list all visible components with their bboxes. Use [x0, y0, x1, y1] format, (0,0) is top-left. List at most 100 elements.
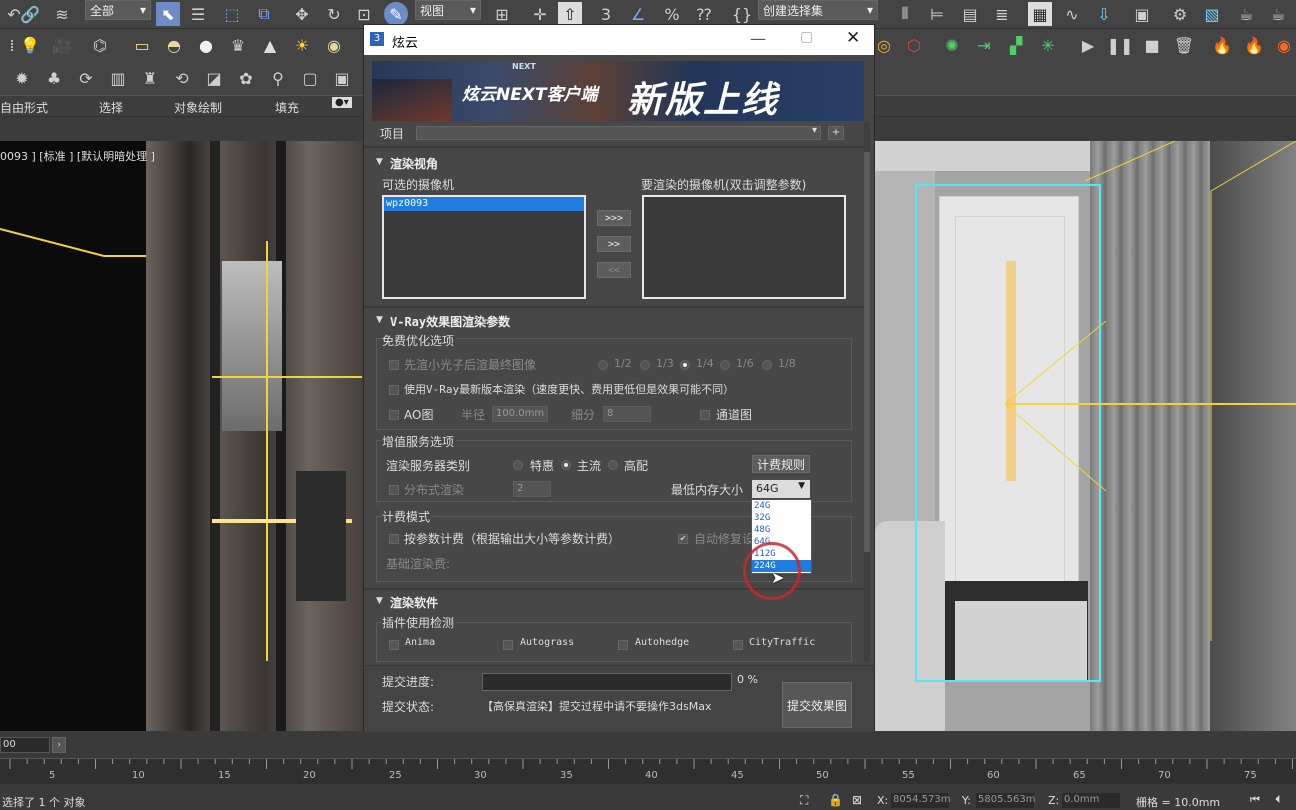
reference-coord-dropdown[interactable]: 视图 ▾ [415, 0, 481, 20]
channel-checkbox[interactable] [700, 410, 710, 420]
fraction-radio-5[interactable] [762, 360, 772, 370]
ribbon-tab-object-paint[interactable]: 对象绘制 [174, 99, 222, 116]
goto-start-icon[interactable]: ⏮ [1250, 793, 1260, 807]
bottle-icon[interactable]: ♜ [138, 66, 162, 90]
play-icon[interactable]: ▶ [1076, 33, 1100, 57]
next-frame-icon[interactable]: › [52, 737, 66, 753]
named-selection-dropdown[interactable]: 创建选择集 ▾ [758, 0, 878, 20]
add-camera-button[interactable]: >> [597, 236, 631, 252]
mirror-icon[interactable]: ⫴ [893, 2, 917, 26]
plugin-checkbox-citytraffic[interactable] [733, 640, 743, 650]
collapse-icon[interactable]: ▼ [376, 315, 383, 325]
render-cameras-list[interactable] [642, 195, 846, 299]
dome-icon[interactable]: ◓ [162, 33, 186, 57]
close-icon[interactable]: ✕ [846, 28, 860, 48]
scale-icon[interactable]: ⊡ [352, 2, 376, 26]
frame-icon[interactable]: ◪ [202, 66, 226, 90]
prev-frame-icon[interactable]: ⏴ [1275, 793, 1281, 807]
latest-vray-checkbox[interactable] [389, 385, 399, 395]
pivot-icon[interactable]: ⊞ [490, 2, 514, 26]
distributed-checkbox[interactable] [389, 485, 399, 495]
toolbar-circle-icon[interactable]: ◎ [872, 33, 896, 57]
software-section-title[interactable]: 渲染软件 [390, 594, 438, 611]
submit-render-button[interactable]: 提交效果图 [782, 682, 852, 728]
server-radio-mainstream[interactable] [561, 460, 571, 470]
plugin-checkbox-autograss[interactable] [503, 640, 513, 650]
pause-icon[interactable]: ❚❚ [1107, 33, 1134, 57]
render-production-icon[interactable]: ☕ [1234, 2, 1258, 26]
move-icon[interactable]: ✥ [290, 2, 314, 26]
percent-snap-icon[interactable]: % [660, 2, 684, 26]
lock-icon[interactable]: 🔒 [828, 793, 843, 807]
by-param-checkbox[interactable] [389, 534, 399, 544]
isolate-icon[interactable]: ⛶ [800, 793, 808, 808]
refresh-icon[interactable]: ⟳ [74, 66, 98, 90]
promo-banner[interactable]: NEXT 炫云NEXT客户端 新版上线 [372, 61, 864, 121]
available-cameras-list[interactable]: wpz0093 [382, 195, 586, 299]
transform-mode-icon[interactable]: ⊠ [852, 793, 862, 807]
fire-icon[interactable]: 🔥 [1210, 33, 1234, 57]
toolbar-star-icon[interactable]: ✳ [1036, 33, 1060, 57]
snap-icon[interactable]: 3 [594, 2, 618, 26]
subdiv-spinner[interactable]: 8 [603, 406, 651, 422]
ribbon-toggle-icon[interactable]: ▦ [1028, 2, 1052, 26]
distributed-spinner[interactable]: 2 [513, 481, 551, 497]
z-coordinate-field[interactable]: 0.0mm [1062, 793, 1120, 808]
min-memory-dropdown[interactable]: 64G ▼ [752, 480, 810, 498]
palette-icon[interactable]: ✿ [234, 66, 258, 90]
dialog-titlebar[interactable]: 3 炫云 — ▢ ✕ [364, 25, 874, 55]
ribbon-options-icon[interactable]: ●▾ [332, 97, 352, 108]
rendered-frame-icon[interactable]: ▧ [1200, 2, 1224, 26]
rect-selection-icon[interactable]: ⬚ [220, 2, 244, 26]
y-coordinate-field[interactable]: 5805.563m [976, 793, 1035, 808]
ies-icon[interactable]: ◉ [322, 33, 346, 57]
cycle-icon[interactable]: ⟲ [170, 66, 194, 90]
manipulate-icon[interactable]: ✛ [528, 2, 552, 26]
plugin-checkbox-autohedge[interactable] [618, 640, 628, 650]
book-icon[interactable]: ▥ [106, 66, 130, 90]
edit-named-sel-icon[interactable]: {} [730, 2, 754, 26]
fraction-radio-3[interactable] [680, 360, 690, 370]
toolbar-arrow-icon[interactable]: ⇥ [972, 33, 996, 57]
fire-ring-icon[interactable]: ◉ [1272, 33, 1296, 57]
lamp-icon[interactable]: ♛ [226, 33, 250, 57]
viewport-label[interactable]: 0093 ] [标准 ] [默认明暗处理 ] [0, 148, 155, 164]
server-radio-discount[interactable] [513, 460, 523, 470]
auto-fix-checkbox[interactable]: ✔ [678, 534, 688, 544]
plane-icon[interactable]: ▭ [130, 33, 154, 57]
maximize-icon[interactable]: ▢ [800, 29, 813, 45]
ribbon-tab-freeform[interactable]: 自由形式 [0, 99, 48, 116]
selection-filter-dropdown[interactable]: 全部 ▾ [85, 0, 151, 20]
prepass-checkbox[interactable] [389, 360, 399, 370]
ribbon-tab-populate[interactable]: 填充 [275, 99, 299, 116]
light-lister-icon[interactable]: 💡 [18, 33, 42, 57]
select-object-icon[interactable]: ⬉ [156, 2, 180, 26]
memory-option-32g[interactable]: 32G [752, 512, 811, 524]
angle-snap-icon[interactable]: ∠ [626, 2, 650, 26]
render-iterative-icon[interactable]: ☕ [1266, 2, 1290, 26]
toolbar-cube-icon[interactable]: ⬡ [902, 33, 926, 57]
radius-spinner[interactable]: 100.0mm [492, 406, 548, 422]
fraction-radio-1[interactable] [598, 360, 608, 370]
project-add-button[interactable]: + [828, 126, 844, 140]
fraction-radio-4[interactable] [720, 360, 730, 370]
minimize-icon[interactable]: — [750, 29, 766, 48]
list-item[interactable]: wpz0093 [384, 197, 584, 211]
time-ruler[interactable]: 5 10 15 20 25 30 35 40 45 50 55 60 65 70… [0, 758, 1296, 784]
project-dropdown[interactable]: ▾ [416, 125, 821, 140]
ribbon-tab-select[interactable]: 选择 [99, 99, 123, 116]
trash-icon[interactable]: 🗑 [1172, 33, 1196, 57]
frame-field[interactable]: 00 [0, 737, 50, 753]
stop-icon[interactable]: ■ [1140, 33, 1164, 57]
ao-checkbox[interactable] [389, 410, 399, 420]
panel-icon[interactable]: ▣ [330, 66, 354, 90]
memory-option-24g[interactable]: 24G [752, 500, 811, 512]
collapse-icon[interactable]: ▼ [376, 596, 383, 606]
curve-editor-icon[interactable]: ∿ [1060, 2, 1084, 26]
memory-option-48g[interactable]: 48G [752, 524, 811, 536]
x-coordinate-field[interactable]: 8054.573m [891, 793, 950, 808]
material-editor-icon[interactable]: ▣ [1130, 2, 1154, 26]
toolbar-globe-icon[interactable]: ✺ [940, 33, 964, 57]
link-icon[interactable]: 🔗 [18, 2, 42, 26]
fraction-radio-2[interactable] [640, 360, 650, 370]
